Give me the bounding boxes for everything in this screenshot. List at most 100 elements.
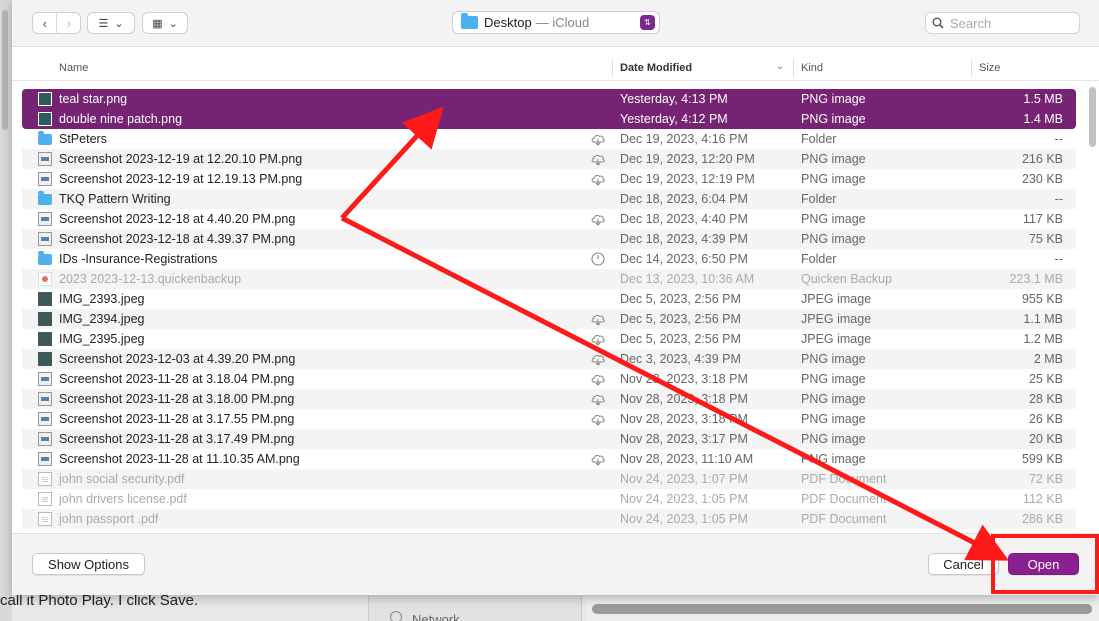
cloud-download-icon[interactable] [590, 332, 606, 346]
file-size: -- [1054, 132, 1063, 146]
file-size: 286 KB [1021, 512, 1063, 526]
png-file-icon [38, 452, 52, 466]
file-row[interactable]: double nine patch.png Yesterday, 4:12 PM P… [22, 109, 1076, 129]
file-kind: PNG image [801, 92, 866, 106]
cancel-button[interactable]: Cancel [928, 553, 999, 575]
file-size: -- [1054, 192, 1063, 206]
open-button[interactable]: Open [1008, 553, 1079, 575]
file-date-modified: Dec 19, 2023, 12:20 PM [620, 152, 755, 166]
file-row[interactable]: IMG_2394.jpeg Dec 5, 2023, 2:56 PM JPEG im… [22, 309, 1076, 329]
location-source: — iCloud [535, 15, 590, 30]
back-button[interactable]: ‹ [33, 13, 56, 33]
column-name-header[interactable]: Name [59, 62, 88, 74]
image-thumbnail-icon [38, 352, 52, 366]
folder-icon [461, 13, 478, 29]
column-size-header[interactable]: Size [979, 62, 1000, 74]
file-row[interactable]: Screenshot 2023-11-28 at 11.10.35 AM.png… [22, 449, 1076, 469]
sort-descending-icon[interactable]: ⌄ [776, 61, 784, 72]
chevron-right-icon: › [66, 15, 71, 31]
file-row[interactable]: Screenshot 2023-11-28 at 3.18.04 PM.png N… [22, 369, 1076, 389]
cloud-download-icon[interactable] [590, 152, 606, 166]
cloud-download-icon[interactable] [590, 212, 606, 226]
file-row[interactable]: john passport .pdf Nov 24, 2023, 1:05 PM P… [22, 509, 1076, 529]
column-header: Name Date Modified ⌄ Kind Size [12, 55, 1099, 81]
file-name: Screenshot 2023-12-19 at 12.20.10 PM.png [59, 152, 303, 166]
file-size: 1.5 MB [1023, 92, 1063, 106]
cloud-download-icon[interactable] [590, 412, 606, 426]
pdf-file-icon [38, 512, 52, 526]
column-divider[interactable] [612, 59, 613, 77]
file-kind: PNG image [801, 152, 866, 166]
file-kind: Folder [801, 192, 837, 206]
file-kind: JPEG image [801, 332, 872, 346]
list-view-button[interactable]: ☰ ⌄ [87, 12, 135, 34]
cloud-download-icon[interactable] [590, 312, 606, 326]
forward-button[interactable]: › [56, 13, 80, 33]
file-name: john passport .pdf [59, 512, 159, 526]
file-date-modified: Dec 14, 2023, 6:50 PM [620, 252, 748, 266]
quicken-file-icon [38, 272, 52, 286]
cloud-download-icon[interactable] [590, 352, 606, 366]
file-row[interactable]: Screenshot 2023-11-28 at 3.18.00 PM.png N… [22, 389, 1076, 409]
png-file-icon [38, 232, 52, 246]
vertical-scrollbar[interactable] [1089, 87, 1096, 147]
column-date-header[interactable]: Date Modified [620, 62, 692, 74]
grid-view-icon: ▦ [152, 17, 163, 30]
clock-icon[interactable] [590, 252, 606, 266]
file-size: 20 KB [1028, 432, 1063, 446]
search-field[interactable] [925, 12, 1080, 34]
pdf-file-icon [38, 472, 52, 486]
file-row[interactable]: 2023 2023-12-13.quickenbackup Dec 13, 202… [22, 269, 1076, 289]
file-size: 75 KB [1028, 232, 1063, 246]
cloud-download-icon[interactable] [590, 372, 606, 386]
column-kind-header[interactable]: Kind [801, 62, 823, 74]
file-row[interactable]: teal star.png Yesterday, 4:13 PM PNG image… [22, 89, 1076, 109]
file-date-modified: Nov 24, 2023, 1:07 PM [620, 472, 748, 486]
file-name: Screenshot 2023-11-28 at 3.18.04 PM.png [59, 372, 295, 386]
file-row[interactable]: IDs -Insurance-Registrations Dec 14, 2023… [22, 249, 1076, 269]
file-name: Screenshot 2023-11-28 at 11.10.35 AM.png [59, 452, 300, 466]
file-size: 1.1 MB [1023, 312, 1063, 326]
file-row[interactable]: Screenshot 2023-12-19 at 12.20.10 PM.png… [22, 149, 1076, 169]
file-size: 28 KB [1028, 392, 1063, 406]
cloud-download-icon[interactable] [590, 452, 606, 466]
file-row[interactable]: john drivers license.pdf Nov 24, 2023, 1:… [22, 489, 1076, 509]
file-size: 26 KB [1028, 412, 1063, 426]
group-view-button[interactable]: ▦ ⌄ [142, 12, 188, 34]
file-row[interactable]: TKQ Pattern Writing Dec 18, 2023, 6:04 PM… [22, 189, 1076, 209]
file-row[interactable]: IMG_2393.jpeg Dec 5, 2023, 2:56 PM JPEG im… [22, 289, 1076, 309]
png-file-icon [38, 172, 52, 186]
file-date-modified: Dec 3, 2023, 4:39 PM [620, 352, 741, 366]
background-sidebar-item-network: Network [412, 612, 460, 621]
file-date-modified: Nov 28, 2023, 3:18 PM [620, 412, 748, 426]
file-row[interactable]: Screenshot 2023-12-03 at 4.39.20 PM.png D… [22, 349, 1076, 369]
show-options-button[interactable]: Show Options [32, 553, 145, 575]
file-kind: PNG image [801, 232, 866, 246]
location-popup[interactable]: Desktop — iCloud ⇅ [452, 11, 660, 34]
file-date-modified: Dec 5, 2023, 2:56 PM [620, 292, 741, 306]
open-file-dialog: ‹ › ☰ ⌄ ▦ ⌄ Desktop — iCloud ⇅ Name Date… [12, 0, 1099, 595]
file-row[interactable]: Screenshot 2023-12-18 at 4.40.20 PM.png D… [22, 209, 1076, 229]
file-row[interactable]: StPeters Dec 19, 2023, 4:16 PM Folder -- [22, 129, 1076, 149]
file-row[interactable]: john social security.pdf Nov 24, 2023, 1:… [22, 469, 1076, 489]
file-row[interactable]: Screenshot 2023-11-28 at 3.17.49 PM.png N… [22, 429, 1076, 449]
file-row[interactable]: Screenshot 2023-12-18 at 4.39.37 PM.png D… [22, 229, 1076, 249]
file-list: Name Date Modified ⌄ Kind Size teal star… [12, 46, 1099, 534]
file-date-modified: Yesterday, 4:13 PM [620, 92, 728, 106]
file-row[interactable]: Screenshot 2023-11-28 at 3.17.55 PM.png N… [22, 409, 1076, 429]
file-row[interactable]: Screenshot 2023-12-19 at 12.19.13 PM.png… [22, 169, 1076, 189]
cloud-download-icon[interactable] [590, 132, 606, 146]
cloud-download-icon[interactable] [590, 392, 606, 406]
file-date-modified: Dec 13, 2023, 10:36 AM [620, 272, 755, 286]
column-divider[interactable] [793, 59, 794, 77]
file-row[interactable]: IMG_2395.jpeg Dec 5, 2023, 2:56 PM JPEG im… [22, 329, 1076, 349]
file-size: 230 KB [1021, 172, 1063, 186]
file-date-modified: Dec 19, 2023, 4:16 PM [620, 132, 748, 146]
file-name: IMG_2394.jpeg [59, 312, 145, 326]
cloud-download-icon[interactable] [590, 172, 606, 186]
column-divider[interactable] [971, 59, 972, 77]
file-name: john drivers license.pdf [59, 492, 187, 506]
file-date-modified: Dec 5, 2023, 2:56 PM [620, 312, 741, 326]
search-input[interactable] [950, 15, 1070, 31]
file-kind: PNG image [801, 172, 866, 186]
